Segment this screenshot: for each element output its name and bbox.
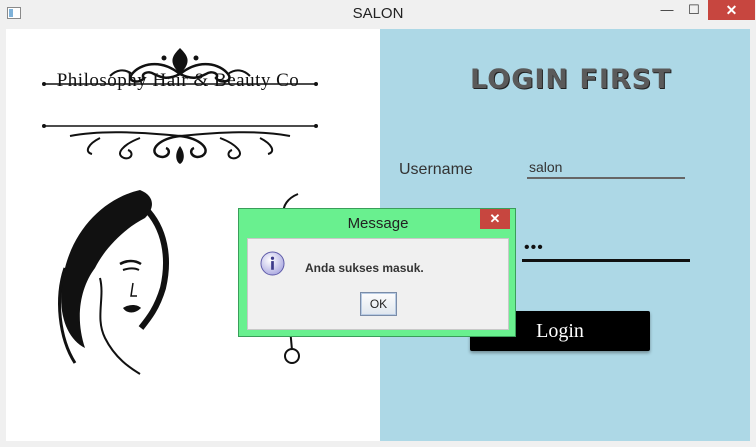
ok-button[interactable]: OK xyxy=(360,292,397,316)
close-button[interactable]: ✕ xyxy=(708,0,755,20)
dialog-body: Anda sukses masuk. OK xyxy=(247,238,509,330)
ornament-bottom-icon xyxy=(42,124,318,164)
dialog-message: Anda sukses masuk. xyxy=(305,261,424,275)
login-title: LOGIN FIRST xyxy=(470,64,672,95)
window-titlebar: SALON — ☐ ✕ xyxy=(0,0,756,28)
info-icon xyxy=(260,251,285,276)
maximize-button[interactable]: ☐ xyxy=(682,0,706,20)
minimize-button[interactable]: — xyxy=(655,0,679,20)
window-title: SALON xyxy=(352,5,404,22)
brand-name: Philosophy Hair & Beauty Co xyxy=(56,70,300,91)
username-label: Username xyxy=(399,161,473,178)
password-field[interactable] xyxy=(522,237,690,262)
dialog-close-button[interactable]: ✕ xyxy=(480,209,510,229)
message-dialog: Message ✕ Anda sukses masuk. OK xyxy=(238,208,516,337)
username-field[interactable] xyxy=(527,157,685,179)
woman-face-illustration-icon xyxy=(58,190,169,375)
dialog-title: Message xyxy=(347,215,409,232)
